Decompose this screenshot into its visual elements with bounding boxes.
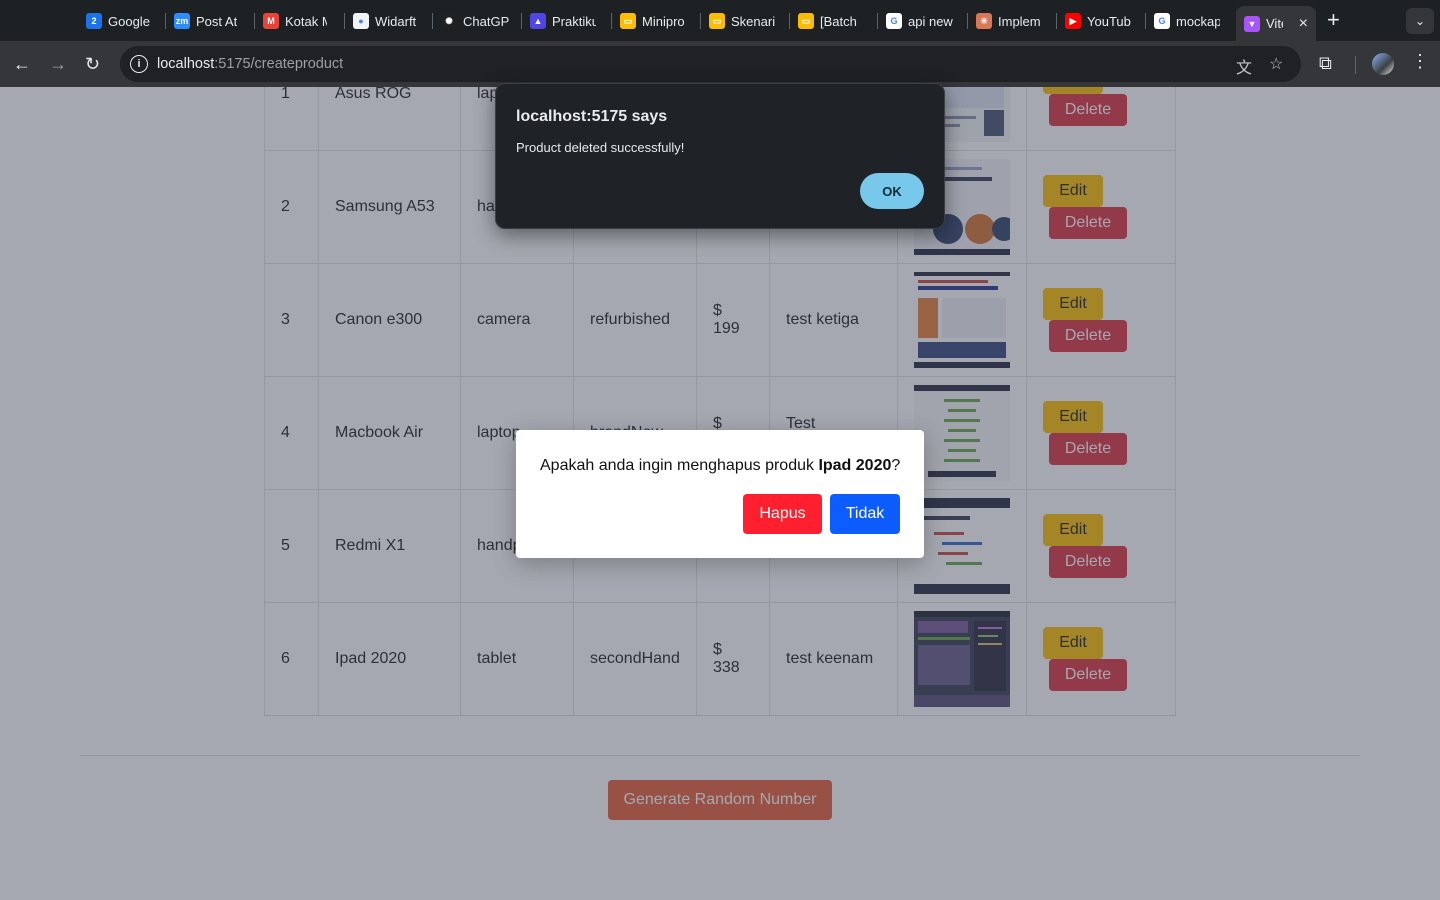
chatgpt-icon: ✺ bbox=[441, 13, 457, 29]
browser-tab[interactable]: 2 Google bbox=[86, 8, 152, 34]
extensions-puzzle-icon[interactable]: ⧉ bbox=[1319, 53, 1332, 74]
site-info-icon[interactable]: i bbox=[130, 55, 148, 73]
tab-title: Widarft bbox=[375, 13, 417, 29]
alert-title: localhost:5175 says bbox=[516, 108, 668, 125]
browser-toolbar: ← → ↻ i localhost:5175/createproduct 文 ☆… bbox=[0, 41, 1440, 87]
reload-icon[interactable]: ↻ bbox=[85, 53, 100, 75]
translate-icon[interactable]: 文 bbox=[1236, 54, 1252, 78]
hapus-button[interactable]: Hapus bbox=[743, 494, 822, 534]
browser-tab[interactable]: Gapi new bbox=[886, 8, 954, 34]
github-icon: ● bbox=[353, 13, 369, 29]
address-bar[interactable]: i localhost:5175/createproduct 文 ☆ bbox=[120, 46, 1301, 82]
browser-tab[interactable]: ▭ [Batch bbox=[798, 8, 864, 34]
confirm-question-prefix: Apakah anda ingin menghapus produk bbox=[540, 457, 819, 474]
tab-title: Kotak M bbox=[285, 13, 327, 29]
vite-icon: ▼ bbox=[1244, 15, 1260, 32]
url-host: localhost bbox=[157, 56, 215, 72]
tab-separator bbox=[700, 13, 701, 29]
tab-title: Implem bbox=[998, 13, 1041, 29]
url-text[interactable]: localhost:5175/createproduct bbox=[157, 56, 343, 72]
confirm-product-name: Ipad 2020 bbox=[818, 457, 892, 474]
browser-tab[interactable]: ▭ Minipro bbox=[620, 8, 688, 34]
colorful-logo-icon: ▲ bbox=[530, 13, 546, 29]
browser-tab[interactable]: ▲ Praktiku bbox=[530, 8, 596, 34]
tab-separator bbox=[1145, 13, 1146, 29]
browser-tab[interactable]: ▶ YouTub bbox=[1065, 8, 1131, 34]
tab-separator bbox=[967, 13, 968, 29]
browser-tab[interactable]: ✺ ChatGP bbox=[441, 8, 509, 34]
tab-separator bbox=[165, 13, 166, 29]
tab-separator bbox=[432, 13, 433, 29]
profile-avatar[interactable] bbox=[1372, 53, 1394, 75]
alert-ok-button[interactable]: OK bbox=[860, 173, 924, 209]
browser-tab[interactable]: ● Widarft bbox=[353, 8, 421, 34]
tab-title: Vite bbox=[1266, 16, 1283, 31]
browser-tab[interactable]: ▭ Skenari bbox=[709, 8, 775, 34]
tab-title: ChatGP bbox=[463, 13, 509, 29]
browser-tab[interactable]: zm Post At bbox=[174, 8, 240, 34]
zoom-icon: zm bbox=[174, 13, 190, 29]
tab-title: Post At bbox=[196, 13, 238, 29]
tab-title: mockap bbox=[1176, 13, 1220, 29]
new-tab-icon[interactable]: + bbox=[1327, 9, 1340, 31]
toolbar-divider bbox=[1355, 56, 1356, 74]
google-calendar-icon: 2 bbox=[86, 13, 102, 29]
tab-separator bbox=[254, 13, 255, 29]
close-tab-icon[interactable]: × bbox=[1299, 15, 1308, 33]
browser-tabstrip: + ⌄ 2 Google zm Post At M Kotak M ● Widarft ✺ Cha… bbox=[0, 0, 1440, 41]
browser-tab[interactable]: Gmockap bbox=[1154, 8, 1220, 34]
alert-message: Product deleted successfully! bbox=[516, 140, 685, 155]
tab-separator bbox=[877, 13, 878, 29]
google-icon: G bbox=[1154, 13, 1170, 29]
tab-search-icon[interactable]: ⌄ bbox=[1406, 8, 1434, 34]
tab-title: Praktiku bbox=[552, 13, 596, 29]
tab-separator bbox=[1056, 13, 1057, 29]
tab-separator bbox=[611, 13, 612, 29]
tab-separator bbox=[344, 13, 345, 29]
tab-separator bbox=[521, 13, 522, 29]
browser-tab[interactable]: ✳ Implem bbox=[976, 8, 1042, 34]
slides-icon: ▭ bbox=[709, 13, 725, 29]
forward-arrow-icon[interactable]: → bbox=[49, 53, 67, 75]
tab-separator bbox=[789, 13, 790, 29]
youtube-icon: ▶ bbox=[1065, 13, 1081, 29]
tab-title: api new bbox=[908, 13, 953, 29]
bookmark-star-icon[interactable]: ☆ bbox=[1269, 54, 1283, 74]
google-icon: G bbox=[886, 13, 902, 29]
browser-tab[interactable]: ▼ Vite × bbox=[1236, 6, 1316, 41]
slides-icon: ▭ bbox=[798, 13, 814, 29]
browser-tab[interactable]: M Kotak M bbox=[263, 8, 327, 34]
url-path: :5175/createproduct bbox=[214, 56, 344, 72]
confirm-question-suffix: ? bbox=[891, 457, 901, 474]
browser-alert-dialog: localhost:5175 says Product deleted succ… bbox=[495, 83, 945, 229]
kebab-menu-icon[interactable]: ⋮ bbox=[1411, 51, 1429, 72]
back-arrow-icon[interactable]: ← bbox=[13, 53, 31, 75]
tab-title: Skenari bbox=[731, 13, 775, 29]
slides-icon: ▭ bbox=[620, 13, 636, 29]
gmail-icon: M bbox=[263, 13, 279, 29]
claude-icon: ✳ bbox=[976, 13, 992, 29]
confirm-delete-modal: Apakah anda ingin menghapus produk Ipad … bbox=[516, 430, 924, 558]
tab-title: [Batch bbox=[820, 13, 857, 29]
tab-title: YouTub bbox=[1087, 13, 1131, 29]
tab-title: Minipro bbox=[642, 13, 685, 29]
tidak-button[interactable]: Tidak bbox=[830, 494, 900, 534]
tab-title: Google bbox=[108, 13, 150, 29]
confirm-question: Apakah anda ingin menghapus produk Ipad … bbox=[540, 457, 900, 475]
